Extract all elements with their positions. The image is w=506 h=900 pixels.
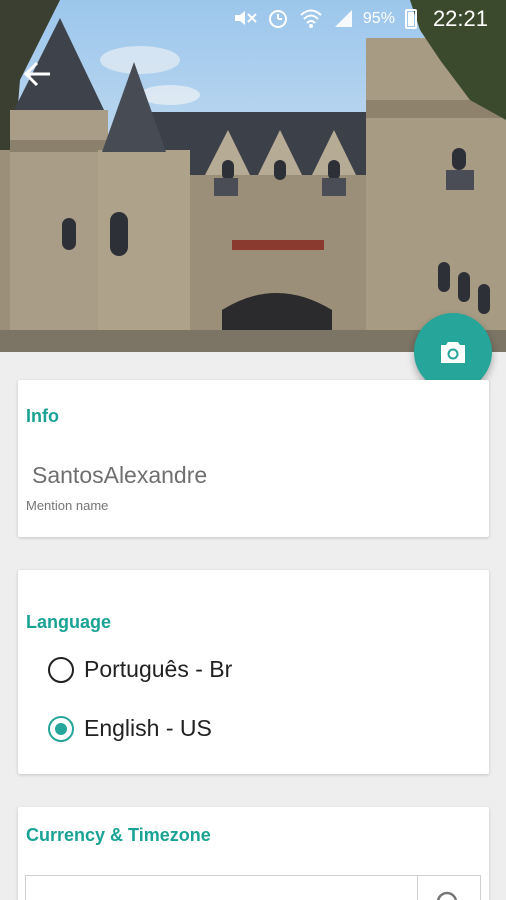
wifi-icon: [299, 8, 323, 31]
currency-timezone-title: Currency & Timezone: [26, 825, 211, 845]
search-icon: [436, 891, 458, 900]
currency-search-button[interactable]: [417, 875, 481, 900]
language-card: Language Português - Br English - US: [18, 570, 489, 774]
mention-name-label: Mention name: [26, 498, 109, 513]
radio-portuguese[interactable]: [48, 656, 74, 683]
status-time: 22:21: [432, 6, 488, 31]
battery-icon: [404, 9, 417, 29]
header-photo: [0, 0, 506, 352]
mention-name-field[interactable]: SantosAlexandre: [32, 462, 207, 489]
radio-label-english: English - US: [84, 715, 212, 741]
language-option-portuguese[interactable]: Português - Br: [48, 656, 232, 683]
language-option-english[interactable]: English - US: [48, 715, 212, 742]
mute-icon: [233, 9, 257, 30]
info-card: Info SantosAlexandre Mention name: [18, 380, 489, 537]
camera-icon: [441, 342, 465, 363]
currency-timezone-card: Currency & Timezone: [18, 807, 489, 900]
alarm-icon: [267, 7, 289, 32]
radio-label-portuguese: Português - Br: [84, 656, 233, 682]
currency-input[interactable]: [25, 875, 418, 900]
castle-photo: [0, 0, 506, 352]
info-title: Info: [26, 406, 59, 426]
signal-icon: [333, 8, 353, 31]
status-bar: 95% 22:21: [0, 0, 506, 38]
back-button[interactable]: [18, 54, 58, 94]
radio-english[interactable]: [48, 715, 74, 742]
battery-percent: 95%: [362, 10, 395, 27]
arrow-left-icon: [23, 61, 50, 87]
language-title: Language: [26, 612, 112, 632]
